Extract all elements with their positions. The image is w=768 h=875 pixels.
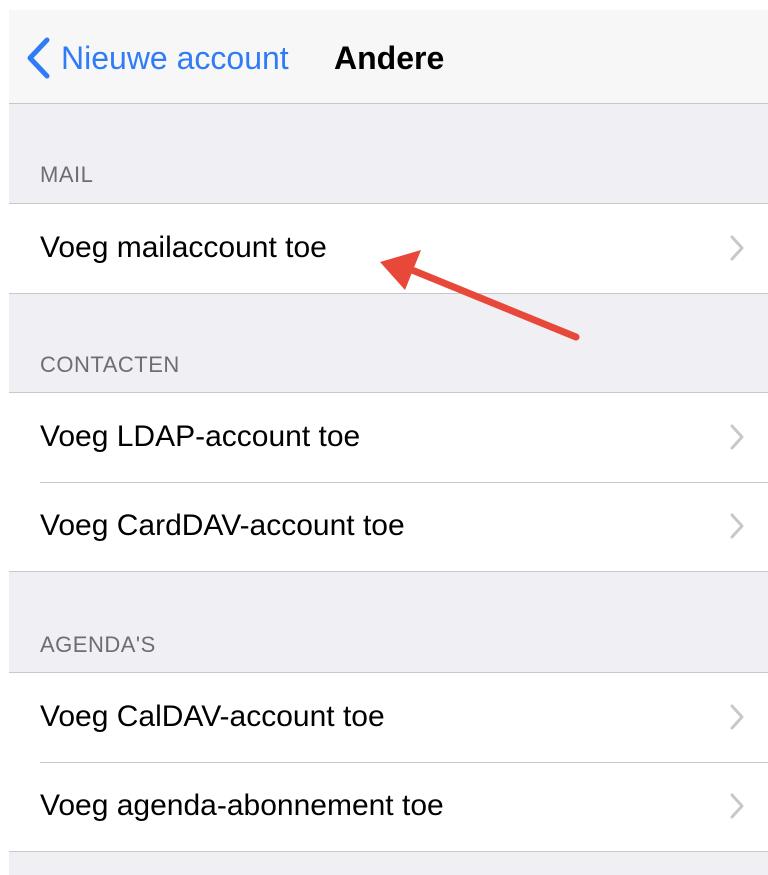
back-button-label: Nieuwe account — [61, 39, 289, 76]
back-button[interactable]: Nieuwe account — [25, 36, 289, 80]
page-title: Andere — [334, 40, 445, 76]
group-calendars: Voeg CalDAV-account toe Voeg agenda-abon… — [9, 672, 768, 852]
chevron-right-icon — [730, 793, 744, 819]
chevron-right-icon — [730, 235, 744, 261]
row-add-calendar-subscription[interactable]: Voeg agenda-abonnement toe — [9, 762, 768, 851]
settings-screen: Nieuwe account Andere MAIL Voeg mailacco… — [9, 10, 768, 875]
section-header-mail: MAIL — [40, 162, 94, 187]
chevron-right-icon — [730, 513, 744, 539]
row-label: Voeg mailaccount toe — [40, 231, 327, 264]
row-add-caldav-account[interactable]: Voeg CalDAV-account toe — [9, 673, 768, 762]
row-label: Voeg agenda-abonnement toe — [40, 789, 444, 822]
row-label: Voeg LDAP-account toe — [40, 420, 361, 453]
row-label: Voeg CardDAV-account toe — [40, 509, 405, 542]
chevron-right-icon — [730, 704, 744, 730]
group-mail: Voeg mailaccount toe — [9, 203, 768, 294]
group-contacts: Voeg LDAP-account toe Voeg CardDAV-accou… — [9, 392, 768, 572]
section-header-contacts: CONTACTEN — [40, 352, 180, 377]
row-add-mail-account[interactable]: Voeg mailaccount toe — [9, 204, 768, 293]
chevron-left-icon — [27, 37, 50, 79]
row-add-carddav-account[interactable]: Voeg CardDAV-account toe — [9, 482, 768, 571]
section-header-calendars: AGENDA'S — [40, 632, 156, 657]
row-add-ldap-account[interactable]: Voeg LDAP-account toe — [9, 393, 768, 482]
row-label: Voeg CalDAV-account toe — [40, 700, 385, 733]
navigation-bar: Nieuwe account Andere — [9, 10, 768, 104]
chevron-right-icon — [730, 424, 744, 450]
